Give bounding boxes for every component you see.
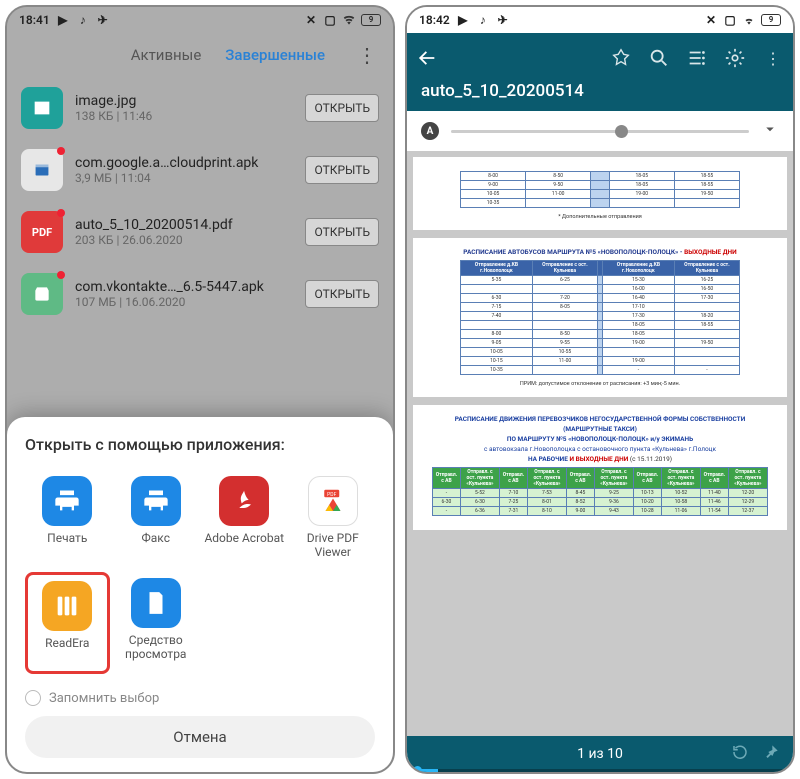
app-label: Adobe Acrobat <box>204 532 284 560</box>
app-print[interactable]: Печать <box>25 470 110 566</box>
open-button[interactable]: ОТКРЫТЬ <box>305 156 379 184</box>
file-meta: 107 МБ | 16.06.2020 <box>75 295 293 309</box>
list-item[interactable]: com.vkontakte…_6.5-5447.apk107 МБ | 16.0… <box>7 263 393 325</box>
battery-icon: 9 <box>361 14 381 26</box>
battery-icon: 9 <box>761 14 781 26</box>
app-label: Средство просмотра <box>116 634 197 662</box>
list-item[interactable]: image.jpg138 КБ | 11:46 ОТКРЫТЬ <box>7 77 393 139</box>
overflow-menu-icon[interactable]: ⋮ <box>349 43 385 67</box>
auto-brightness-icon[interactable]: A <box>421 122 439 140</box>
brightness-row: A <box>407 111 793 151</box>
open-button[interactable]: ОТКРЫТЬ <box>305 94 379 122</box>
overflow-menu-icon[interactable]: ⋮ <box>761 46 785 70</box>
status-time: 18:42 <box>419 13 450 27</box>
app-grid: Печать Факс Adobe Acrobat PDF Drive PDF V… <box>25 470 375 674</box>
contents-icon[interactable] <box>685 46 709 70</box>
file-meta: 3,9 МБ | 11:04 <box>75 171 293 185</box>
schedule-table: Отправление д.КВ г.НовополоцкОтправление… <box>460 260 740 375</box>
page-note: * Дополнительные отправления <box>425 214 775 220</box>
app-label: Печать <box>47 532 87 560</box>
status-time: 18:41 <box>19 13 50 27</box>
tiktok-icon: ♪ <box>76 13 90 27</box>
pdf-page-2: РАСПИСАНИЕ АВТОБУСОВ МАРШРУТА №5 «НОВОПО… <box>413 238 787 397</box>
open-button[interactable]: ОТКРЫТЬ <box>305 280 379 308</box>
downloads-list: image.jpg138 КБ | 11:46 ОТКРЫТЬ com.goog… <box>7 77 393 325</box>
tab-completed[interactable]: Завершенные <box>225 46 325 64</box>
tab-active[interactable]: Активные <box>131 46 202 64</box>
app-label: Drive PDF Viewer <box>293 532 374 560</box>
schedule-table: Отправл. с АВОтправл. с ост. пункта «Кул… <box>432 467 768 516</box>
pin-icon[interactable] <box>763 744 779 764</box>
file-name: auto_5_10_20200514.pdf <box>75 217 293 233</box>
youtube-icon: ▶ <box>56 13 70 27</box>
reader-bottombar: 1 из 10 <box>407 736 793 772</box>
page-indicator: 1 из 10 <box>577 746 623 762</box>
file-name: com.vkontakte…_6.5-5447.apk <box>75 279 293 295</box>
brightness-slider[interactable] <box>451 130 749 133</box>
file-name: image.jpg <box>75 93 293 109</box>
app-label: Факс <box>142 532 170 560</box>
open-with-sheet: Открыть с помощью приложения: Печать Фак… <box>7 417 393 772</box>
tiktok-icon: ♪ <box>476 13 490 27</box>
list-item[interactable]: com.google.a…cloudprint.apk3,9 МБ | 11:0… <box>7 139 393 201</box>
app-drive-pdf[interactable]: PDF Drive PDF Viewer <box>291 470 376 566</box>
app-fax[interactable]: Факс <box>114 470 199 566</box>
back-icon[interactable] <box>415 46 439 70</box>
tabs-bar: Активные Завершенные ⋮ <box>7 33 393 77</box>
premium-icon[interactable] <box>609 46 633 70</box>
pdf-file-icon: PDF <box>21 211 63 253</box>
rotate-icon[interactable] <box>731 743 749 765</box>
vibrate-icon: ✕ <box>704 13 718 27</box>
schedule-table: 8-008-5018-0518-559-009-5018-0518-5510-0… <box>460 171 740 208</box>
sheet-title: Открыть с помощью приложения: <box>25 435 375 454</box>
sim-icon: ▢ <box>723 13 737 27</box>
page-note: ПРИМ: допустимое отклонение от расписани… <box>425 381 775 387</box>
open-button[interactable]: ОТКРЫТЬ <box>305 218 379 246</box>
status-bar: 18:42 ▶ ♪ ✈ ✕ ▢ 9 <box>407 7 793 33</box>
cancel-button[interactable]: Отмена <box>25 716 375 758</box>
app-label: ReadEra <box>45 637 89 665</box>
app-adobe-acrobat[interactable]: Adobe Acrobat <box>202 470 287 566</box>
youtube-icon: ▶ <box>456 13 470 27</box>
checkbox-icon[interactable] <box>25 690 41 706</box>
app-readera[interactable]: ReadEra <box>25 572 110 674</box>
pdf-page-1: 8-008-5018-0518-559-009-5018-0518-5510-0… <box>413 157 787 230</box>
reader-toolbar: ⋮ auto_5_10_20200514 <box>407 33 793 111</box>
right-phone-reader: 18:42 ▶ ♪ ✈ ✕ ▢ 9 ⋮ auto_5_10_20200514 A <box>405 5 795 774</box>
app-viewer[interactable]: Средство просмотра <box>114 572 199 674</box>
left-phone-downloads: 18:41 ▶ ♪ ✈ ✕ ▢ 9 Активные Завершенные ⋮… <box>5 5 395 774</box>
chevron-down-icon[interactable] <box>761 120 779 142</box>
svg-text:PDF: PDF <box>327 492 336 498</box>
remember-choice[interactable]: Запомнить выбор <box>25 684 375 716</box>
apk-file-icon <box>21 273 63 315</box>
file-name: com.google.a…cloudprint.apk <box>75 155 293 171</box>
pdf-page-3: РАСПИСАНИЕ ДВИЖЕНИЯ ПЕРЕВОЗЧИКОВ НЕГОСУД… <box>413 405 787 530</box>
list-item[interactable]: PDF auto_5_10_20200514.pdf203 КБ | 26.06… <box>7 201 393 263</box>
settings-icon[interactable] <box>723 46 747 70</box>
remember-label: Запомнить выбор <box>49 691 159 706</box>
wifi-icon <box>742 13 756 27</box>
file-meta: 138 КБ | 11:46 <box>75 109 293 123</box>
document-title: auto_5_10_20200514 <box>415 77 785 101</box>
apk-file-icon <box>21 149 63 191</box>
reading-progress[interactable] <box>407 769 793 772</box>
status-bar: 18:41 ▶ ♪ ✈ ✕ ▢ 9 <box>7 7 393 33</box>
search-icon[interactable] <box>647 46 671 70</box>
file-meta: 203 КБ | 26.06.2020 <box>75 233 293 247</box>
telegram-icon: ✈ <box>496 13 510 27</box>
telegram-icon: ✈ <box>96 13 110 27</box>
image-file-icon <box>21 87 63 129</box>
vibrate-icon: ✕ <box>304 13 318 27</box>
document-viewport[interactable]: 8-008-5018-0518-559-009-5018-0518-5510-0… <box>407 151 793 736</box>
wifi-icon <box>342 13 356 27</box>
sim-icon: ▢ <box>323 13 337 27</box>
